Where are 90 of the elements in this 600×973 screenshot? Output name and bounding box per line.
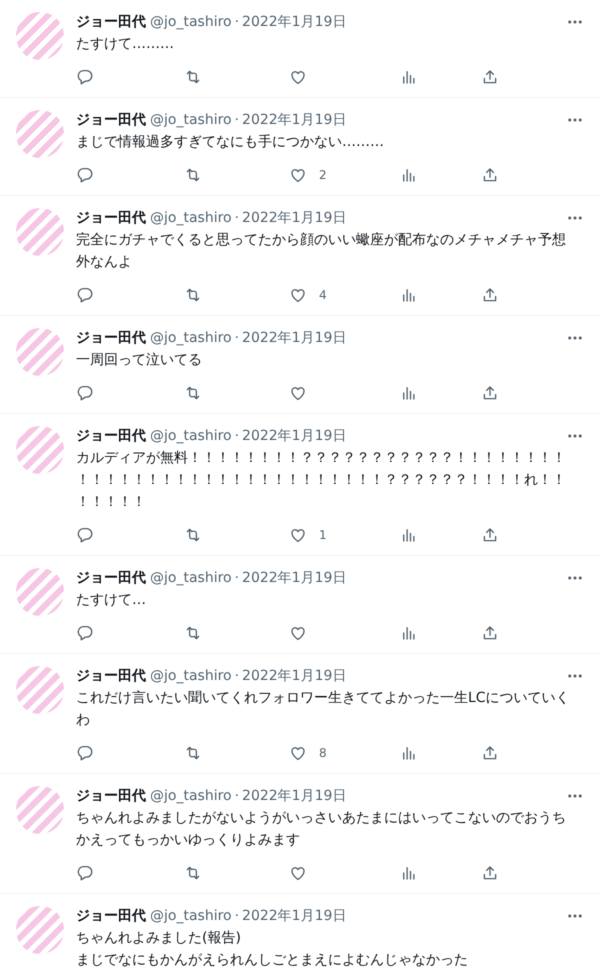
share-icon[interactable]	[481, 744, 499, 762]
tweet-text: ちゃんれよみました(報告) まじでなにもかんがえられんしごとまえによむんじゃなかった	[76, 929, 469, 970]
repost-icon[interactable]	[184, 286, 202, 304]
tweet-card[interactable]: ジョー田代 @jo_tashiro · 2022年1月19日 たすけて…	[0, 556, 600, 654]
separator-dot: ·	[234, 667, 240, 686]
heart-icon[interactable]	[289, 384, 307, 402]
tweet-card[interactable]: ジョー田代 @jo_tashiro · 2022年1月19日 ちゃんれよみました(報告) まじでなにもかんがえられんしごとまえによむんじゃなかった	[0, 894, 600, 973]
heart-icon[interactable]	[289, 864, 307, 882]
separator-dot: ·	[234, 569, 240, 588]
tweet-text: ちゃんれよみましたがないようがいっさいあたまにはいってこないのでおうちかえってもっかいゆっくりよみます	[76, 809, 567, 850]
user-handle: @jo_tashiro	[150, 667, 232, 686]
separator-dot: ·	[234, 329, 240, 348]
reply-icon[interactable]	[76, 526, 94, 544]
reply-icon[interactable]	[76, 384, 94, 402]
tweet-card[interactable]: ジョー田代 @jo_tashiro · 2022年1月19日 これだけ言いたい聞いてくれフォロワー生きててよかった一生LCについていくわ 8	[0, 654, 600, 774]
user-name[interactable]: ジョー田代	[76, 568, 146, 588]
tweet-text: たすけて…	[76, 591, 147, 610]
user-handle: @jo_tashiro	[150, 427, 232, 446]
user-handle: @jo_tashiro	[150, 329, 232, 348]
reply-icon[interactable]	[76, 286, 94, 304]
heart-icon[interactable]	[289, 166, 307, 184]
separator-dot: ·	[234, 209, 240, 228]
repost-icon[interactable]	[184, 166, 202, 184]
repost-icon[interactable]	[184, 526, 202, 544]
reply-icon[interactable]	[76, 68, 94, 86]
share-icon[interactable]	[481, 384, 499, 402]
user-handle: @jo_tashiro	[150, 111, 232, 130]
user-name[interactable]: ジョー田代	[76, 666, 146, 686]
user-handle: @jo_tashiro	[150, 787, 232, 806]
share-icon[interactable]	[481, 526, 499, 544]
tweet-card[interactable]: ジョー田代 @jo_tashiro · 2022年1月19日 たすけて………	[0, 0, 600, 98]
user-name[interactable]: ジョー田代	[76, 328, 146, 348]
separator-dot: ·	[234, 427, 240, 446]
share-icon[interactable]	[481, 286, 499, 304]
tweet-date[interactable]: 2022年1月19日	[242, 12, 346, 32]
heart-icon[interactable]	[289, 68, 307, 86]
user-handle: @jo_tashiro	[150, 13, 232, 32]
user-handle: @jo_tashiro	[150, 209, 232, 228]
tweet-date[interactable]: 2022年1月19日	[242, 328, 346, 348]
tweet-card[interactable]: ジョー田代 @jo_tashiro · 2022年1月19日 完全にガチャでくると思ってたから顔のいい蠍座が配布なのメチャメチャ予想外なんよ 4	[0, 196, 600, 316]
tweet-date[interactable]: 2022年1月19日	[242, 426, 346, 446]
user-name[interactable]: ジョー田代	[76, 110, 146, 130]
tweet-text: 完全にガチャでくると思ってたから顔のいい蠍座が配布なのメチャメチャ予想外なんよ	[76, 231, 567, 272]
reply-icon[interactable]	[76, 864, 94, 882]
reply-icon[interactable]	[76, 166, 94, 184]
tweet-text: カルディアが無料！！！！！！！！？？？？？？？？？？？！！！！！！！！！！！！！！！！！！！！！！！！！！！！！！？？？？？？！！！！れ！！！！！！！	[76, 449, 567, 512]
user-handle: @jo_tashiro	[150, 907, 232, 926]
user-name[interactable]: ジョー田代	[76, 12, 146, 32]
heart-icon[interactable]	[289, 526, 307, 544]
heart-icon[interactable]	[289, 624, 307, 642]
separator-dot: ·	[234, 787, 240, 806]
like-count: 2	[319, 168, 327, 182]
tweet-date[interactable]: 2022年1月19日	[242, 568, 346, 588]
heart-icon[interactable]	[289, 286, 307, 304]
repost-icon[interactable]	[184, 864, 202, 882]
tweet-card[interactable]: ジョー田代 @jo_tashiro · 2022年1月19日 まじで情報過多すぎてなにも手につかない……… 2	[0, 98, 600, 196]
user-handle: @jo_tashiro	[150, 569, 232, 588]
like-count: 1	[319, 528, 327, 542]
tweet-card[interactable]: ジョー田代 @jo_tashiro · 2022年1月19日 カルディアが無料！！！！！！！！？？？？？？？？？？？！！！！！！！！！！！！！！！！！！！！！！！！！！！！！！？？？？？？！！！！れ！！！！！！！ 1	[0, 414, 600, 556]
heart-icon[interactable]	[289, 744, 307, 762]
user-name[interactable]: ジョー田代	[76, 786, 146, 806]
tweet-date[interactable]: 2022年1月19日	[242, 666, 346, 686]
share-icon[interactable]	[481, 624, 499, 642]
tweet-text: たすけて………	[76, 35, 175, 54]
tweet-text: 一周回って泣いてる	[76, 351, 203, 370]
tweet-text: これだけ言いたい聞いてくれフォロワー生きててよかった一生LCについていくわ	[76, 689, 571, 730]
share-icon[interactable]	[481, 68, 499, 86]
user-name[interactable]: ジョー田代	[76, 208, 146, 228]
share-icon[interactable]	[481, 864, 499, 882]
tweet-text: まじで情報過多すぎてなにも手につかない………	[76, 133, 385, 152]
like-count: 4	[319, 288, 327, 302]
repost-icon[interactable]	[184, 744, 202, 762]
repost-icon[interactable]	[184, 624, 202, 642]
tweet-card[interactable]: ジョー田代 @jo_tashiro · 2022年1月19日 ちゃんれよみましたがないようがいっさいあたまにはいってこないのでおうちかえってもっかいゆっくりよみます	[0, 774, 600, 894]
reply-icon[interactable]	[76, 744, 94, 762]
tweet-date[interactable]: 2022年1月19日	[242, 906, 346, 926]
tweet-date[interactable]: 2022年1月19日	[242, 110, 346, 130]
user-name[interactable]: ジョー田代	[76, 906, 146, 926]
tweet-date[interactable]: 2022年1月19日	[242, 208, 346, 228]
separator-dot: ·	[234, 13, 240, 32]
repost-icon[interactable]	[184, 384, 202, 402]
tweet-card[interactable]: ジョー田代 @jo_tashiro · 2022年1月19日 一周回って泣いてる	[0, 316, 600, 414]
user-name[interactable]: ジョー田代	[76, 426, 146, 446]
reply-icon[interactable]	[76, 624, 94, 642]
tweet-date[interactable]: 2022年1月19日	[242, 786, 346, 806]
separator-dot: ·	[234, 111, 240, 130]
share-icon[interactable]	[481, 166, 499, 184]
separator-dot: ·	[234, 907, 240, 926]
repost-icon[interactable]	[184, 68, 202, 86]
like-count: 8	[319, 746, 327, 760]
